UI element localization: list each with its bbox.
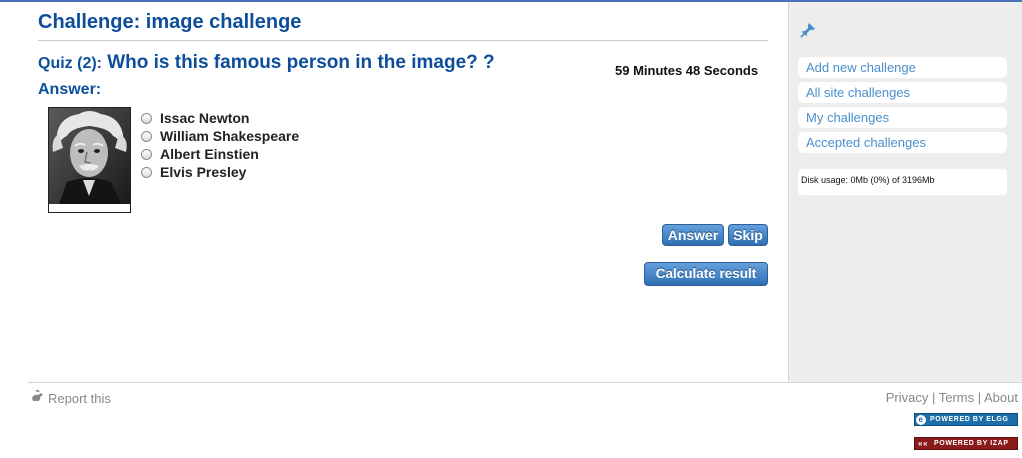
report-label: Report this xyxy=(48,391,111,406)
report-this-link[interactable]: Report this xyxy=(30,389,111,407)
about-link[interactable]: About xyxy=(984,390,1018,405)
pushpin-icon[interactable] xyxy=(800,22,816,43)
terms-link[interactable]: Terms xyxy=(939,390,974,405)
privacy-link[interactable]: Privacy xyxy=(886,390,929,405)
sidebar-menu: Add new challenge All site challenges My… xyxy=(798,57,1007,157)
radio-button[interactable] xyxy=(141,166,152,178)
elgg-badge-label: POWERED BY ELGG xyxy=(930,416,1009,423)
quiz-number: Quiz (2): xyxy=(38,55,102,72)
calculate-result-button[interactable]: Calculate result xyxy=(644,262,768,286)
footer-divider xyxy=(28,382,1022,383)
separator: | xyxy=(974,390,985,405)
radio-button[interactable] xyxy=(141,148,152,160)
option-william-shakespeare[interactable]: William Shakespeare xyxy=(140,127,299,145)
option-issac-newton[interactable]: Issac Newton xyxy=(140,109,299,127)
quiz-title: Quiz (2): Who is this famous person in t… xyxy=(38,51,495,74)
option-label: Albert Einstien xyxy=(160,146,259,162)
answer-options: Issac Newton William Shakespeare Albert … xyxy=(140,109,299,181)
sidebar-item-all-site-challenges[interactable]: All site challenges xyxy=(798,82,1007,103)
sidebar-item-add-new-challenge[interactable]: Add new challenge xyxy=(798,57,1007,78)
disk-usage: Disk usage: 0Mb (0%) of 3196Mb xyxy=(798,169,1007,195)
quiz-image xyxy=(48,107,131,213)
sidebar-item-accepted-challenges[interactable]: Accepted challenges xyxy=(798,132,1007,153)
powered-by-izap-badge[interactable]: «« POWERED BY IZAP xyxy=(914,437,1018,450)
izap-logo-icon: «« xyxy=(917,439,929,448)
radio-button[interactable] xyxy=(141,112,152,124)
powered-by-elgg-badge[interactable]: e POWERED BY ELGG xyxy=(914,413,1018,426)
quiz-question: Who is this famous person in the image? … xyxy=(107,52,495,73)
elgg-logo-icon: e xyxy=(916,414,926,425)
option-label: Elvis Presley xyxy=(160,164,247,180)
separator: | xyxy=(928,390,939,405)
option-label: William Shakespeare xyxy=(160,128,300,144)
report-icon xyxy=(30,389,46,407)
answer-button[interactable]: Answer xyxy=(662,224,724,246)
footer-links: Privacy | Terms | About xyxy=(886,390,1018,405)
izap-badge-label: POWERED BY IZAP xyxy=(934,440,1009,447)
answer-label: Answer: xyxy=(38,81,102,98)
option-albert-einstien[interactable]: Albert Einstien xyxy=(140,145,299,163)
countdown-timer: 59 Minutes 48 Seconds xyxy=(615,63,759,78)
sidebar-item-my-challenges[interactable]: My challenges xyxy=(798,107,1007,128)
title-divider xyxy=(38,40,768,41)
skip-button[interactable]: Skip xyxy=(728,224,768,246)
page-title: Challenge: image challenge xyxy=(38,11,302,33)
option-label: Issac Newton xyxy=(160,110,250,126)
radio-button[interactable] xyxy=(141,130,152,142)
option-elvis-presley[interactable]: Elvis Presley xyxy=(140,163,299,181)
